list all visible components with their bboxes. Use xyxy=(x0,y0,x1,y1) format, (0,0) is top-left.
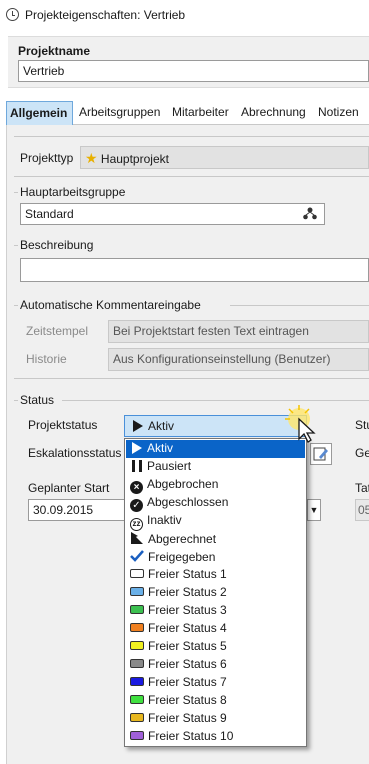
divider xyxy=(62,400,369,401)
star-icon: ★ xyxy=(85,150,98,166)
option-label: Abgerechnet xyxy=(148,532,217,546)
status-option-free-9[interactable]: Freier Status 9 xyxy=(126,710,305,728)
color-swatch xyxy=(130,605,144,614)
title-bar: Projekteigenschaften: Vertrieb xyxy=(0,0,369,30)
check-circle-icon: ✓ xyxy=(130,499,143,512)
option-label: Inaktiv xyxy=(147,513,182,527)
status-option-freigegeben[interactable]: Freigegeben xyxy=(126,548,305,566)
status-option-free-10[interactable]: Freier Status 10 xyxy=(126,728,305,746)
status-option-free-4[interactable]: Freier Status 4 xyxy=(126,620,305,638)
mouse-cursor-icon xyxy=(285,405,325,448)
clock-icon xyxy=(6,8,19,21)
divider xyxy=(14,192,18,193)
divider xyxy=(14,136,369,137)
status-option-free-1[interactable]: Freier Status 1 xyxy=(126,566,305,584)
status-option-free-5[interactable]: Freier Status 5 xyxy=(126,638,305,656)
option-label: Freier Status 6 xyxy=(148,657,227,671)
option-label: Freigegeben xyxy=(148,550,216,564)
tab-arbeitsgruppen[interactable]: Arbeitsgruppen xyxy=(76,101,163,125)
status-option-aktiv[interactable]: Aktiv xyxy=(126,440,305,458)
play-icon xyxy=(133,420,143,432)
status-option-free-8[interactable]: Freier Status 8 xyxy=(126,692,305,710)
status-option-pausiert[interactable]: Pausiert xyxy=(126,458,305,476)
tab-mitarbeiter[interactable]: Mitarbeiter xyxy=(169,101,232,125)
option-label: Freier Status 4 xyxy=(148,621,227,635)
divider xyxy=(14,245,18,246)
chevron-down-icon[interactable]: ▼ xyxy=(307,499,321,521)
option-label: Freier Status 7 xyxy=(148,675,227,689)
status-option-free-2[interactable]: Freier Status 2 xyxy=(126,584,305,602)
divider xyxy=(14,305,18,306)
option-label: Freier Status 3 xyxy=(148,603,227,617)
color-swatch xyxy=(130,659,144,668)
option-label: Abgeschlossen xyxy=(147,495,229,509)
option-label: Abgebrochen xyxy=(147,477,219,491)
color-swatch xyxy=(130,695,144,704)
selected-status: Aktiv xyxy=(148,419,175,433)
divider xyxy=(14,378,369,379)
color-swatch xyxy=(130,713,144,722)
planned-start-label: Geplanter Start xyxy=(28,481,110,495)
pause-icon xyxy=(132,460,142,472)
tab-allgemein[interactable]: Allgemein xyxy=(6,101,73,125)
right-field-4[interactable]: 05 xyxy=(355,499,369,521)
status-option-free-3[interactable]: Freier Status 3 xyxy=(126,602,305,620)
checkmark-icon xyxy=(130,549,144,563)
escalation-status-label: Eskalationsstatus xyxy=(28,446,122,460)
timestamp-select[interactable]: Bei Projektstart festen Text eintragen xyxy=(108,320,369,343)
status-option-free-6[interactable]: Freier Status 6 xyxy=(126,656,305,674)
project-status-select[interactable]: Aktiv xyxy=(124,415,307,437)
color-swatch xyxy=(130,569,144,578)
color-swatch xyxy=(130,677,144,686)
group-picker-icon[interactable] xyxy=(302,206,318,222)
timestamp-label: Zeitstempel xyxy=(26,324,89,338)
main-group-input[interactable]: Standard xyxy=(20,203,325,225)
option-label: Freier Status 8 xyxy=(148,693,227,707)
color-swatch xyxy=(130,731,144,740)
right-label-2: Ge xyxy=(355,446,369,460)
option-label: Freier Status 5 xyxy=(148,639,227,653)
right-label-3: Tat xyxy=(355,481,369,495)
description-input[interactable] xyxy=(20,258,369,282)
play-icon xyxy=(132,442,142,454)
option-label: Freier Status 10 xyxy=(148,729,234,743)
tab-notizen[interactable]: Notizen xyxy=(315,101,362,125)
status-option-abgebrochen[interactable]: × Abgebrochen xyxy=(126,476,305,494)
billed-flag-icon xyxy=(130,531,144,545)
right-label-1: Stu xyxy=(355,418,369,432)
project-type-value: Hauptprojekt xyxy=(100,152,169,166)
project-name-input[interactable]: Vertrieb xyxy=(18,60,369,82)
color-swatch xyxy=(130,587,144,596)
main-group-label: Hauptarbeitsgruppe xyxy=(20,185,130,199)
auto-comment-label: Automatische Kommentareingabe xyxy=(20,298,205,312)
cancel-circle-icon: × xyxy=(130,481,143,494)
project-type-select[interactable]: ★ Hauptprojekt xyxy=(80,146,369,169)
tab-abrechnung[interactable]: Abrechnung xyxy=(238,101,309,125)
option-label: Freier Status 2 xyxy=(148,585,227,599)
divider xyxy=(14,400,18,401)
color-swatch xyxy=(130,623,144,632)
status-option-inaktiv[interactable]: zz Inaktiv xyxy=(126,512,305,531)
status-option-abgerechnet[interactable]: Abgerechnet xyxy=(126,530,305,548)
project-name-label: Projektname xyxy=(18,44,91,58)
option-label: Pausiert xyxy=(147,459,192,473)
status-option-abgeschlossen[interactable]: ✓ Abgeschlossen xyxy=(126,494,305,512)
window-title: Projekteigenschaften: Vertrieb xyxy=(25,8,186,22)
history-label: Historie xyxy=(26,352,67,366)
project-type-label: Projekttyp xyxy=(20,151,74,165)
status-option-free-7[interactable]: Freier Status 7 xyxy=(126,674,305,692)
planned-start-input[interactable]: 30.09.2015 xyxy=(28,499,128,521)
option-label: Freier Status 1 xyxy=(148,567,227,581)
status-dropdown-list: Aktiv Pausiert × Abgebrochen ✓ Abgeschloss… xyxy=(124,438,307,747)
divider xyxy=(14,176,369,177)
divider xyxy=(230,305,369,306)
description-label: Beschreibung xyxy=(20,238,98,252)
option-label: Aktiv xyxy=(147,441,174,455)
color-swatch xyxy=(130,641,144,650)
option-label: Freier Status 9 xyxy=(148,711,227,725)
status-label: Status xyxy=(20,393,59,407)
project-status-label: Projektstatus xyxy=(28,418,98,432)
history-select[interactable]: Aus Konfigurationseinstellung (Benutzer) xyxy=(108,348,369,371)
